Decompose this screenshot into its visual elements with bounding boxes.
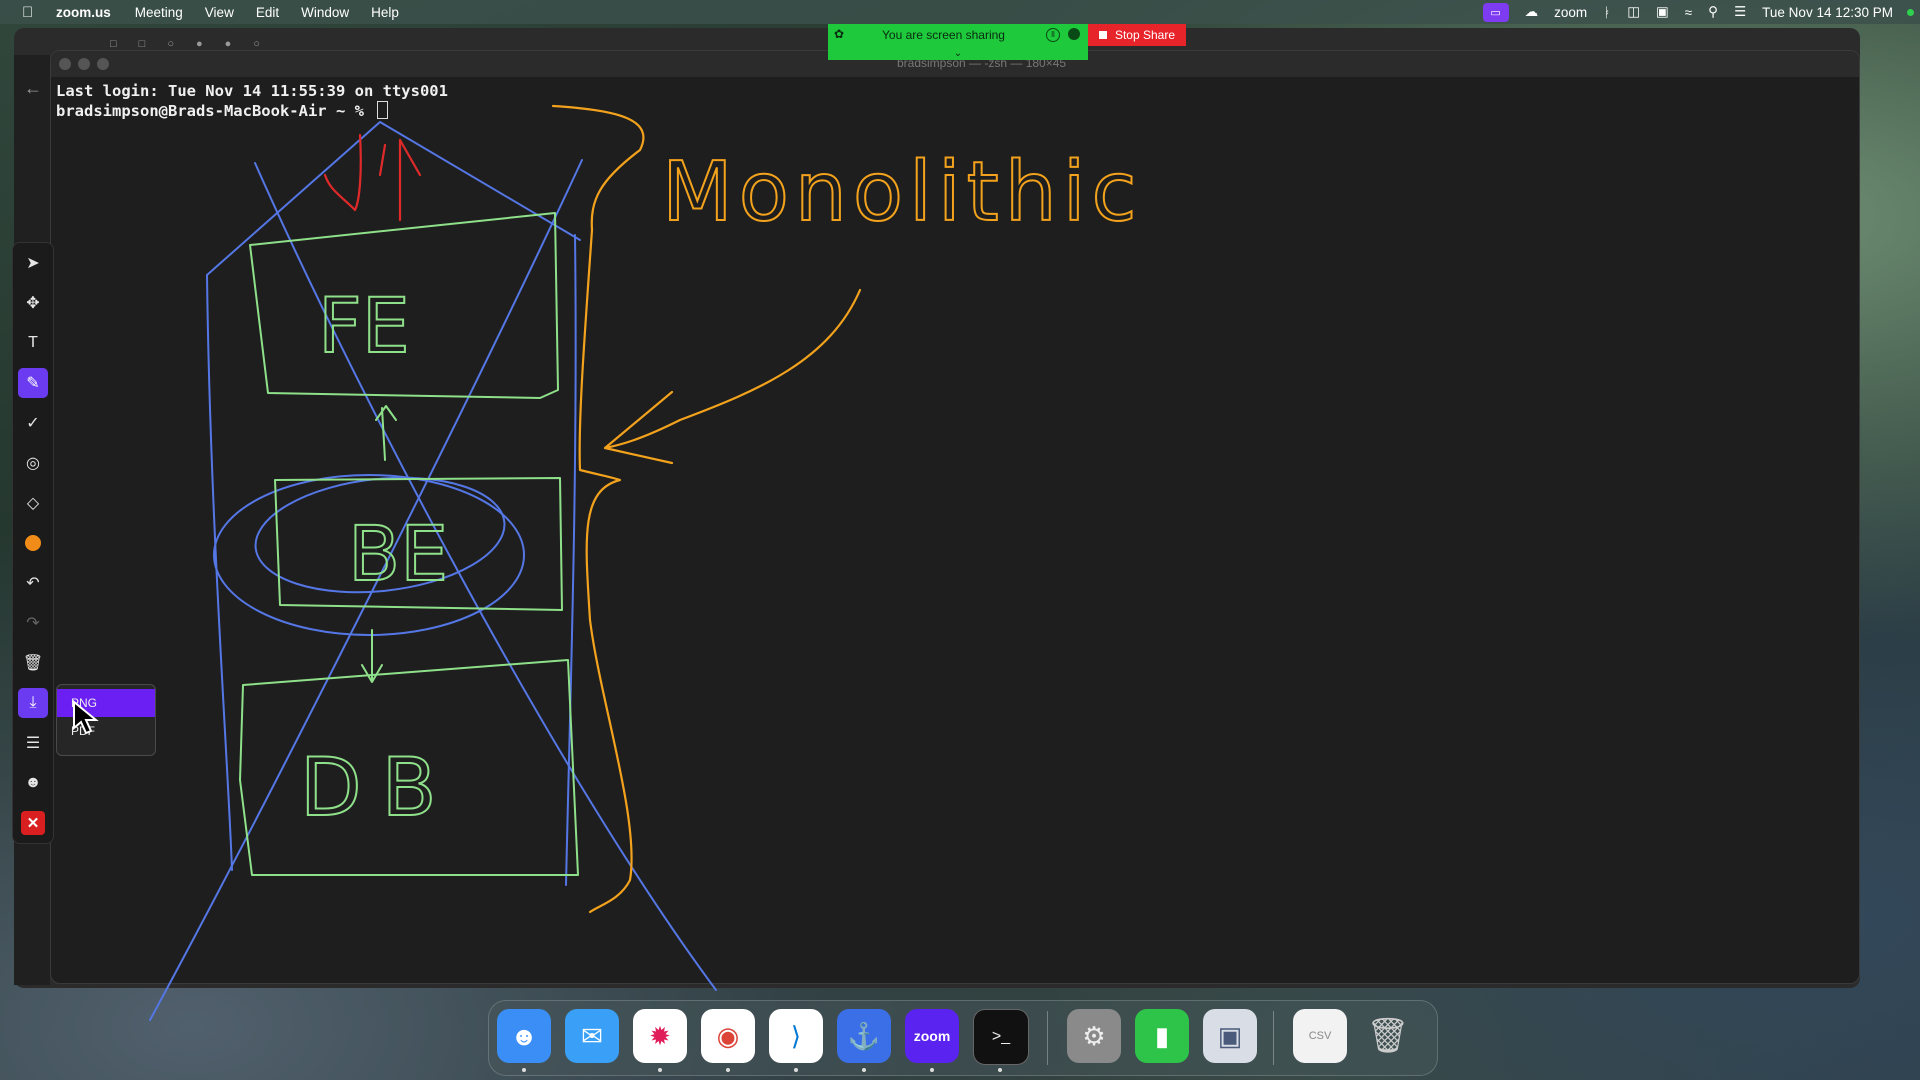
participants-icon[interactable]: ☻ bbox=[18, 768, 48, 798]
security-shield-icon[interactable] bbox=[1068, 28, 1080, 40]
undo-icon[interactable]: ↶ bbox=[18, 568, 48, 598]
docker-icon[interactable]: ⚓ bbox=[837, 1009, 891, 1063]
pen-icon[interactable]: ✎ bbox=[18, 368, 48, 398]
share-status-text: You are screen sharing bbox=[882, 28, 1005, 42]
save-icon[interactable]: ⤓ bbox=[18, 688, 48, 718]
zoom-leaf-icon: ✿ bbox=[834, 27, 845, 41]
running-indicator bbox=[658, 1068, 662, 1072]
running-indicator bbox=[726, 1068, 730, 1072]
running-indicator bbox=[522, 1068, 526, 1072]
redo-icon[interactable]: ↷ bbox=[18, 608, 48, 638]
running-indicator bbox=[862, 1068, 866, 1072]
close-x-icon: ✕ bbox=[21, 811, 45, 835]
pause-share-icon[interactable]: ll bbox=[1046, 28, 1060, 42]
eraser-icon[interactable]: ◇ bbox=[18, 488, 48, 518]
running-indicator bbox=[794, 1068, 798, 1072]
search-icon[interactable]: ⚲ bbox=[1708, 4, 1718, 20]
terminal-window[interactable]: bradsimpson — -zsh — 180×45 Last login: … bbox=[50, 50, 1860, 984]
menu-window[interactable]: Window bbox=[301, 5, 349, 20]
menu-view[interactable]: View bbox=[205, 5, 234, 20]
terminal-prompt: bradsimpson@Brads-MacBook-Air ~ % bbox=[56, 102, 374, 120]
menu-app-name[interactable]: zoom.us bbox=[56, 5, 111, 20]
browser-tab-strip: □ □ ○ ● ● ○ bbox=[110, 38, 260, 50]
menu-bar-status-area: ▭ ☁ zoom ᛓ ◫ ▣ ≈ ⚲ ☰ Tue Nov 14 12:30 PM bbox=[1482, 0, 1920, 24]
finder-icon[interactable]: ☻ bbox=[497, 1009, 551, 1063]
terminal-output[interactable]: Last login: Tue Nov 14 11:55:39 on ttys0… bbox=[56, 81, 448, 121]
trash-icon[interactable]: 🗑 bbox=[1361, 1009, 1415, 1063]
dock: ☻ ✉ ✹ ◉ ⟩ ⚓ zoom >_ ⚙ ▮ ▣ CSV 🗑 bbox=[488, 1000, 1438, 1076]
display-icon[interactable]: ◫ bbox=[1627, 4, 1640, 20]
numbers-icon[interactable]: ▮ bbox=[1135, 1009, 1189, 1063]
annotation-toolbar: ➤ ✥ T ✎ ✓ ◎ ◇ ↶ ↷ 🗑 ⤓ ☰ ☻ ✕ bbox=[12, 242, 54, 844]
system-settings-icon[interactable]: ⚙ bbox=[1067, 1009, 1121, 1063]
wifi-icon[interactable]: ≈ bbox=[1685, 5, 1692, 20]
slack-icon[interactable]: ✹ bbox=[633, 1009, 687, 1063]
mail-icon[interactable]: ✉ bbox=[565, 1009, 619, 1063]
zoom-menu-label[interactable]: zoom bbox=[1554, 5, 1587, 20]
save-format-menu: PNG PDF bbox=[56, 684, 156, 756]
zoom-icon[interactable]: zoom bbox=[905, 1009, 959, 1063]
stop-share-label: Stop Share bbox=[1114, 28, 1176, 42]
orange-color-swatch bbox=[25, 535, 41, 551]
mouse-pointer-icon[interactable]: ➤ bbox=[18, 248, 48, 278]
apple-icon[interactable]:  bbox=[22, 4, 38, 21]
status-dot-icon bbox=[1907, 8, 1914, 16]
color-picker-icon[interactable] bbox=[18, 528, 48, 558]
control-center-icon[interactable]: ☰ bbox=[1734, 4, 1746, 20]
mouse-cursor-icon bbox=[73, 700, 99, 735]
dock-separator bbox=[1273, 1011, 1274, 1065]
browser-tab-icon[interactable]: ○ bbox=[167, 38, 174, 50]
running-indicator bbox=[998, 1068, 1002, 1072]
menu-edit[interactable]: Edit bbox=[256, 5, 279, 20]
battery-icon[interactable]: ▣ bbox=[1656, 4, 1669, 20]
bluetooth-icon[interactable]: ᛓ bbox=[1603, 5, 1611, 20]
running-indicator bbox=[930, 1068, 934, 1072]
csv-file-icon[interactable]: CSV bbox=[1293, 1009, 1347, 1063]
spotlight-icon[interactable]: ◎ bbox=[18, 448, 48, 478]
preview-icon[interactable]: ▣ bbox=[1203, 1009, 1257, 1063]
share-status-pill[interactable]: ✿ You are screen sharing ll bbox=[828, 24, 1088, 46]
csv-file-label: CSV bbox=[1308, 1030, 1332, 1042]
zoom-window-icon[interactable] bbox=[97, 58, 109, 70]
weather-icon[interactable]: ☁ bbox=[1525, 4, 1539, 20]
stamp-check-icon[interactable]: ✓ bbox=[18, 408, 48, 438]
vscode-icon[interactable]: ⟩ bbox=[769, 1009, 823, 1063]
text-cursor bbox=[377, 101, 389, 119]
dock-separator bbox=[1047, 1011, 1048, 1065]
clear-icon[interactable]: 🗑 bbox=[18, 648, 48, 678]
share-banner-expander[interactable]: ⌄ bbox=[828, 46, 1088, 60]
chevron-down-icon[interactable]: ⌄ bbox=[954, 48, 962, 59]
terminal-line: Last login: Tue Nov 14 11:55:39 on ttys0… bbox=[56, 82, 448, 100]
move-icon[interactable]: ✥ bbox=[18, 288, 48, 318]
browser-tab-icon[interactable]: □ bbox=[139, 38, 146, 50]
menu-icon[interactable]: ☰ bbox=[18, 728, 48, 758]
stop-square-icon bbox=[1098, 31, 1107, 39]
browser-tab-icon[interactable]: □ bbox=[110, 38, 117, 50]
close-window-icon[interactable] bbox=[59, 58, 71, 70]
menu-help[interactable]: Help bbox=[371, 5, 399, 20]
menu-clock[interactable]: Tue Nov 14 12:30 PM bbox=[1762, 5, 1893, 20]
menu-bar:  zoom.us Meeting View Edit Window Help … bbox=[0, 0, 1920, 24]
terminal-icon[interactable]: >_ bbox=[973, 1009, 1029, 1065]
chrome-icon[interactable]: ◉ bbox=[701, 1009, 755, 1063]
close-icon[interactable]: ✕ bbox=[18, 808, 48, 838]
zoom-sharing-status-icon[interactable]: ▭ bbox=[1482, 2, 1509, 22]
browser-tab-icon[interactable]: ● bbox=[225, 38, 232, 50]
browser-tab-icon[interactable]: ○ bbox=[253, 38, 260, 50]
screen-share-banner: ✿ You are screen sharing ll Stop Share bbox=[828, 24, 1186, 46]
zoom-dock-label: zoom bbox=[913, 1028, 951, 1044]
back-arrow-icon[interactable]: ← bbox=[24, 78, 42, 99]
terminal-prompt-line[interactable]: bradsimpson@Brads-MacBook-Air ~ % bbox=[56, 101, 448, 121]
browser-tab-icon[interactable]: ● bbox=[196, 38, 203, 50]
minimize-window-icon[interactable] bbox=[78, 58, 90, 70]
menu-meeting[interactable]: Meeting bbox=[135, 5, 183, 20]
text-icon[interactable]: T bbox=[18, 328, 48, 358]
stop-share-button[interactable]: Stop Share bbox=[1088, 24, 1186, 46]
